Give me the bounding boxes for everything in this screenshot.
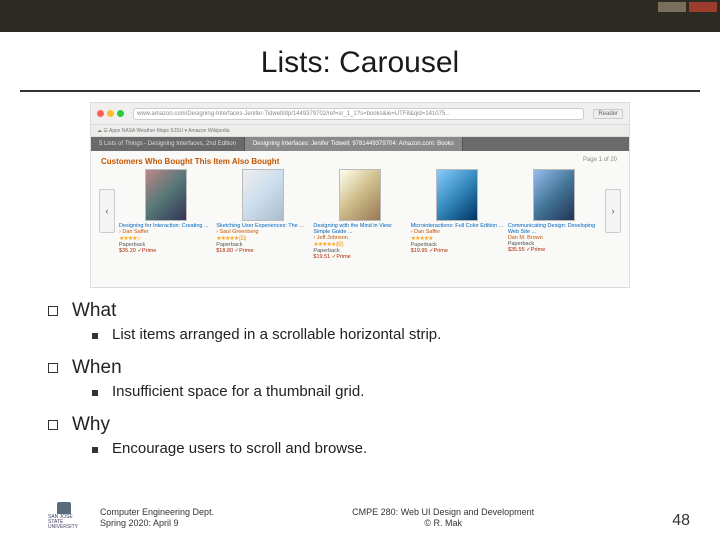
carousel: ‹ Designing for Interaction: Creating ..…	[91, 151, 629, 271]
square-subbullet-icon	[92, 333, 98, 339]
address-bar: www.amazon.com/Designing-Interfaces-Jeni…	[133, 108, 584, 120]
carousel-page-count: Page 1 of 20	[583, 157, 617, 163]
carousel-item: Sketching User Experiences: The ... › Sa…	[216, 157, 309, 265]
carousel-next-icon: ›	[605, 189, 621, 233]
bullet-text: Insufficient space for a thumbnail grid.	[112, 383, 364, 400]
reader-button: Reader	[593, 109, 623, 119]
book-price: $19.95 ✓Prime	[411, 248, 504, 254]
browser-tab-active: Designing Interfaces: Jenifer Tidwell: 9…	[245, 137, 463, 151]
rating-stars: ★★★★★ (15)	[216, 235, 309, 242]
book-thumb	[339, 169, 381, 221]
sub-bullet-row: Insufficient space for a thumbnail grid.	[92, 383, 672, 400]
book-thumb	[533, 169, 575, 221]
title-rule	[20, 90, 700, 92]
book-title: Communicating Design: Developing Web Sit…	[508, 223, 601, 235]
bullet-row: Why	[48, 414, 672, 436]
screenshot-figure: www.amazon.com/Designing-Interfaces-Jeni…	[90, 102, 630, 288]
square-bullet-icon	[48, 420, 58, 430]
book-thumb	[145, 169, 187, 221]
rating-stars: ★★★★☆	[119, 235, 212, 242]
slide-title: Lists: Carousel	[0, 46, 720, 80]
sub-bullet-row: List items arranged in a scrollable hori…	[92, 326, 672, 343]
book-thumb	[436, 169, 478, 221]
footer-term: Spring 2020: April 9	[100, 518, 214, 530]
square-bullet-icon	[48, 363, 58, 373]
title-area: Lists: Carousel	[0, 32, 720, 84]
square-bullet-icon	[48, 306, 58, 316]
bullet-row: When	[48, 357, 672, 379]
footer-dept: Computer Engineering Dept.	[100, 507, 214, 519]
university-name: SAN JOSE STATE UNIVERSITY	[48, 515, 80, 530]
bullet-heading-when: When	[72, 357, 122, 379]
carousel-item: Communicating Design: Developing Web Sit…	[508, 157, 601, 265]
browser-tab: 5 Lists of Things - Designing Interfaces…	[91, 137, 245, 151]
tab-bar: 5 Lists of Things - Designing Interfaces…	[91, 137, 629, 151]
window-min-icon	[107, 110, 114, 117]
accent-block-1	[658, 2, 686, 12]
rating-stars: ★★★★★	[411, 235, 504, 242]
rating-stars: ★★★★★ (62)	[313, 241, 406, 248]
bookmarks-bar: ☁ ☰ Apps NASA Weather Maps SJSU ▾ Amazon…	[91, 125, 629, 137]
carousel-prev-icon: ‹	[99, 189, 115, 233]
slide-footer: SAN JOSE STATE UNIVERSITY Computer Engin…	[0, 502, 720, 530]
book-price: $35.20 ✓Prime	[119, 248, 212, 254]
tower-icon	[57, 502, 71, 514]
browser-chrome: www.amazon.com/Designing-Interfaces-Jeni…	[91, 103, 629, 125]
bullet-row: What	[48, 300, 672, 322]
carousel-heading: Customers Who Bought This Item Also Boug…	[101, 157, 279, 166]
slide-top-accent	[0, 0, 720, 32]
window-max-icon	[117, 110, 124, 117]
footer-left: Computer Engineering Dept. Spring 2020: …	[100, 507, 214, 530]
carousel-item: Designing with the Mind in View: Simple …	[313, 157, 406, 265]
university-logo: SAN JOSE STATE UNIVERSITY	[48, 502, 80, 530]
square-subbullet-icon	[92, 447, 98, 453]
window-close-icon	[97, 110, 104, 117]
bullet-heading-why: Why	[72, 414, 110, 436]
book-price: $19.51 ✓Prime	[313, 254, 406, 260]
book-title: Designing with the Mind in View: Simple …	[313, 223, 406, 235]
bullet-heading-what: What	[72, 300, 116, 322]
footer-copyright: © R. Mak	[214, 518, 672, 530]
bullet-text: List items arranged in a scrollable hori…	[112, 326, 441, 343]
footer-center: CMPE 280: Web UI Design and Development …	[214, 507, 672, 530]
accent-block-2	[689, 2, 717, 12]
book-thumb	[242, 169, 284, 221]
page-number: 48	[672, 512, 690, 530]
carousel-item: Designing for Interaction: Creating ... …	[119, 157, 212, 265]
book-price: $18.80 ✓Prime	[216, 248, 309, 254]
footer-course: CMPE 280: Web UI Design and Development	[214, 507, 672, 519]
bullet-text: Encourage users to scroll and browse.	[112, 440, 367, 457]
book-price: $35.55 ✓Prime	[508, 247, 601, 253]
square-subbullet-icon	[92, 390, 98, 396]
carousel-item: Microinteractions: Full Color Edition ..…	[411, 157, 504, 265]
bullet-content: What List items arranged in a scrollable…	[0, 300, 720, 457]
sub-bullet-row: Encourage users to scroll and browse.	[92, 440, 672, 457]
